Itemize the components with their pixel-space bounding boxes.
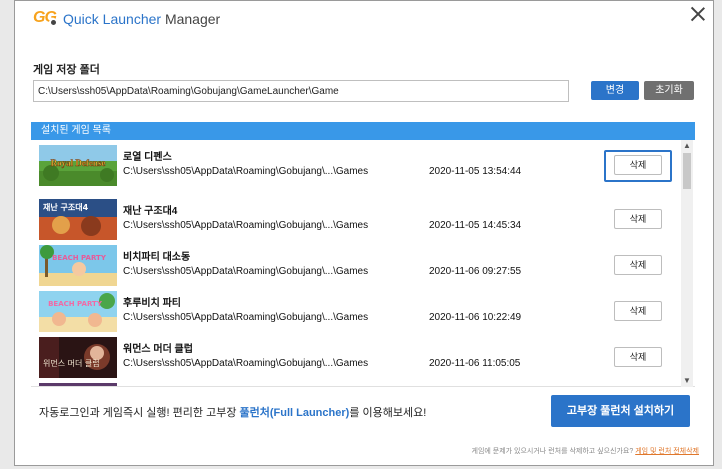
window-title-main: Quick Launcher <box>63 11 162 27</box>
game-path: C:\Users\ssh05\AppData\Roaming\Gobujang\… <box>123 220 369 231</box>
game-path: C:\Users\ssh05\AppData\Roaming\Gobujang\… <box>123 266 369 277</box>
game-row: 재난 구조대4 재난 구조대4 C:\Users\ssh05\AppData\R… <box>31 196 681 242</box>
delete-button[interactable]: 삭제 <box>614 347 662 367</box>
installed-games-header: 설치된 게임 목록 <box>31 122 695 140</box>
game-thumbnail <box>39 383 117 386</box>
thumb-title: BEACH PARTY <box>48 300 103 308</box>
game-path: C:\Users\ssh05\AppData\Roaming\Gobujang\… <box>123 312 369 323</box>
game-name: 비치파티 대소동 <box>123 252 191 263</box>
game-row: BEACH PARTY 비치파티 대소동 C:\Users\ssh05\AppD… <box>31 242 681 288</box>
game-row: BEACH PARTY 후루비치 파티 C:\Users\ssh05\AppDa… <box>31 288 681 334</box>
game-thumbnail: 재난 구조대4 <box>39 199 117 240</box>
game-path: C:\Users\ssh05\AppData\Roaming\Gobujang\… <box>123 166 369 177</box>
game-install-date: 2020-11-06 11:05:05 <box>429 358 521 369</box>
game-install-date: 2020-11-06 09:27:55 <box>429 266 522 277</box>
scroll-down-icon[interactable]: ▼ <box>681 375 693 387</box>
promo-text-after: 를 이용해보세요! <box>349 407 427 419</box>
title-bar: GG Quick Launcher Manager <box>15 1 713 37</box>
close-icon[interactable] <box>689 5 707 23</box>
window-title: Quick Launcher Manager <box>63 11 220 27</box>
folder-path-input[interactable] <box>33 80 569 102</box>
footnote-text: 게임에 문제가 있으시거나 런처를 삭제하고 싶으신가요? <box>471 448 636 455</box>
delete-button[interactable]: 삭제 <box>614 155 662 175</box>
list-scrollbar[interactable]: ▲ ▼ <box>681 140 693 387</box>
delete-all-link[interactable]: 게임 및 런처 전체삭제 <box>635 448 699 455</box>
thumb-title: 재난 구조대4 <box>43 202 89 212</box>
scroll-thumb[interactable] <box>683 153 691 189</box>
game-name: 재난 구조대4 <box>123 206 178 217</box>
game-name: 로열 디펜스 <box>123 152 172 163</box>
delete-button[interactable]: 삭제 <box>614 209 662 229</box>
delete-button[interactable]: 삭제 <box>614 255 662 275</box>
game-thumbnail: BEACH PARTY <box>39 291 117 332</box>
game-install-date: 2020-11-05 14:45:34 <box>429 220 522 231</box>
game-thumbnail: BEACH PARTY <box>39 245 117 286</box>
game-path: C:\Users\ssh05\AppData\Roaming\Gobujang\… <box>123 358 369 369</box>
game-install-date: 2020-11-06 10:22:49 <box>429 312 522 323</box>
game-install-date: 2020-11-05 13:54:44 <box>429 166 522 177</box>
thumb-title: BEACH PARTY <box>52 254 107 262</box>
promo-highlight: 풀런처(Full Launcher) <box>239 407 350 419</box>
scroll-up-icon[interactable]: ▲ <box>681 140 693 152</box>
promo-text: 자동로그인과 게임즉시 실행! 편리한 고부장 풀런처(Full Launche… <box>39 404 426 420</box>
game-name: 워먼스 머더 클럽 <box>123 344 193 355</box>
game-row-partial <box>31 380 681 386</box>
reset-folder-button[interactable]: 초기화 <box>644 81 694 100</box>
game-row: Royal Defense 로열 디펜스 C:\Users\ssh05\AppD… <box>31 142 681 188</box>
window-title-suffix: Manager <box>161 11 221 27</box>
footnote: 게임에 문제가 있으시거나 런처를 삭제하고 싶으신가요? 게임 및 런처 전체… <box>472 446 699 456</box>
delete-button[interactable]: 삭제 <box>614 301 662 321</box>
game-row: 위먼스 머더 클럽 워먼스 머더 클럽 C:\Users\ssh05\AppDa… <box>31 334 681 380</box>
thumb-title: Royal Defense <box>51 158 106 168</box>
change-folder-button[interactable]: 변경 <box>591 81 639 100</box>
game-thumbnail: Royal Defense <box>39 145 117 186</box>
game-name: 후루비치 파티 <box>123 298 181 309</box>
install-full-launcher-button[interactable]: 고부장 풀런처 설치하기 <box>551 395 690 427</box>
folder-label: 게임 저장 폴더 <box>33 64 100 76</box>
launcher-window: GG Quick Launcher Manager 게임 저장 폴더 변경 초기… <box>14 0 714 466</box>
promo-text-before: 자동로그인과 게임즉시 실행! 편리한 고부장 <box>39 407 240 419</box>
game-thumbnail: 위먼스 머더 클럽 <box>39 337 117 378</box>
gear-icon <box>49 18 58 27</box>
gg-logo: GG <box>33 9 58 27</box>
thumb-title: 위먼스 머더 클럽 <box>43 358 100 368</box>
installed-games-list: Royal Defense 로열 디펜스 C:\Users\ssh05\AppD… <box>31 140 695 387</box>
